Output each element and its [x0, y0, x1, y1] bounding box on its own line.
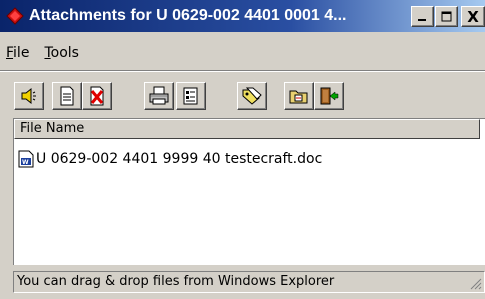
speaker-button[interactable]	[14, 82, 44, 110]
column-header-file-name[interactable]: File Name	[14, 119, 480, 139]
svg-text:W: W	[22, 159, 29, 166]
status-text: You can drag & drop files from Windows E…	[17, 274, 335, 289]
menu-tools[interactable]: Tools	[38, 45, 88, 61]
menu-file[interactable]: File	[0, 45, 38, 61]
delete-document-icon	[90, 86, 104, 106]
menu-divider	[0, 70, 485, 72]
menu-bar: File Tools	[0, 40, 485, 66]
scan-icon	[242, 87, 262, 105]
new-document-icon	[60, 86, 74, 106]
minimize-button[interactable]	[411, 6, 434, 27]
print-icon	[149, 86, 169, 105]
new-document-button[interactable]	[52, 82, 82, 110]
menu-file-label: ile	[13, 45, 30, 61]
delete-document-button[interactable]	[82, 82, 112, 110]
maximize-icon	[441, 11, 452, 22]
window-title: Attachments for U 0629-002 4401 0001 4..…	[29, 7, 347, 24]
close-icon: X	[467, 7, 479, 26]
print-button[interactable]	[144, 82, 174, 110]
red-diamond-icon	[5, 6, 25, 26]
status-bar: You can drag & drop files from Windows E…	[13, 271, 485, 293]
list-item[interactable]: W U 0629-002 4401 9999 40 testecraft.doc	[18, 149, 322, 169]
folder-button[interactable]	[284, 82, 314, 110]
folder-icon	[289, 90, 308, 104]
resize-grip-icon[interactable]	[470, 278, 482, 290]
close-button[interactable]: X	[461, 6, 485, 27]
minimize-icon	[418, 19, 426, 21]
exit-button[interactable]	[314, 82, 344, 110]
exit-icon	[320, 87, 339, 105]
file-list[interactable]: File Name W U 0629-002 4401 9999 40 test…	[13, 118, 485, 265]
maximize-button[interactable]	[435, 6, 458, 27]
word-document-icon: W	[18, 150, 34, 168]
list-item-label: U 0629-002 4401 9999 40 testecraft.doc	[36, 151, 323, 167]
scan-button[interactable]	[237, 82, 267, 110]
properties-button[interactable]	[176, 82, 206, 110]
properties-icon	[183, 87, 198, 105]
speaker-icon	[21, 87, 36, 105]
menu-file-mnemonic: F	[6, 45, 14, 61]
menu-tools-label: ools	[50, 45, 79, 61]
